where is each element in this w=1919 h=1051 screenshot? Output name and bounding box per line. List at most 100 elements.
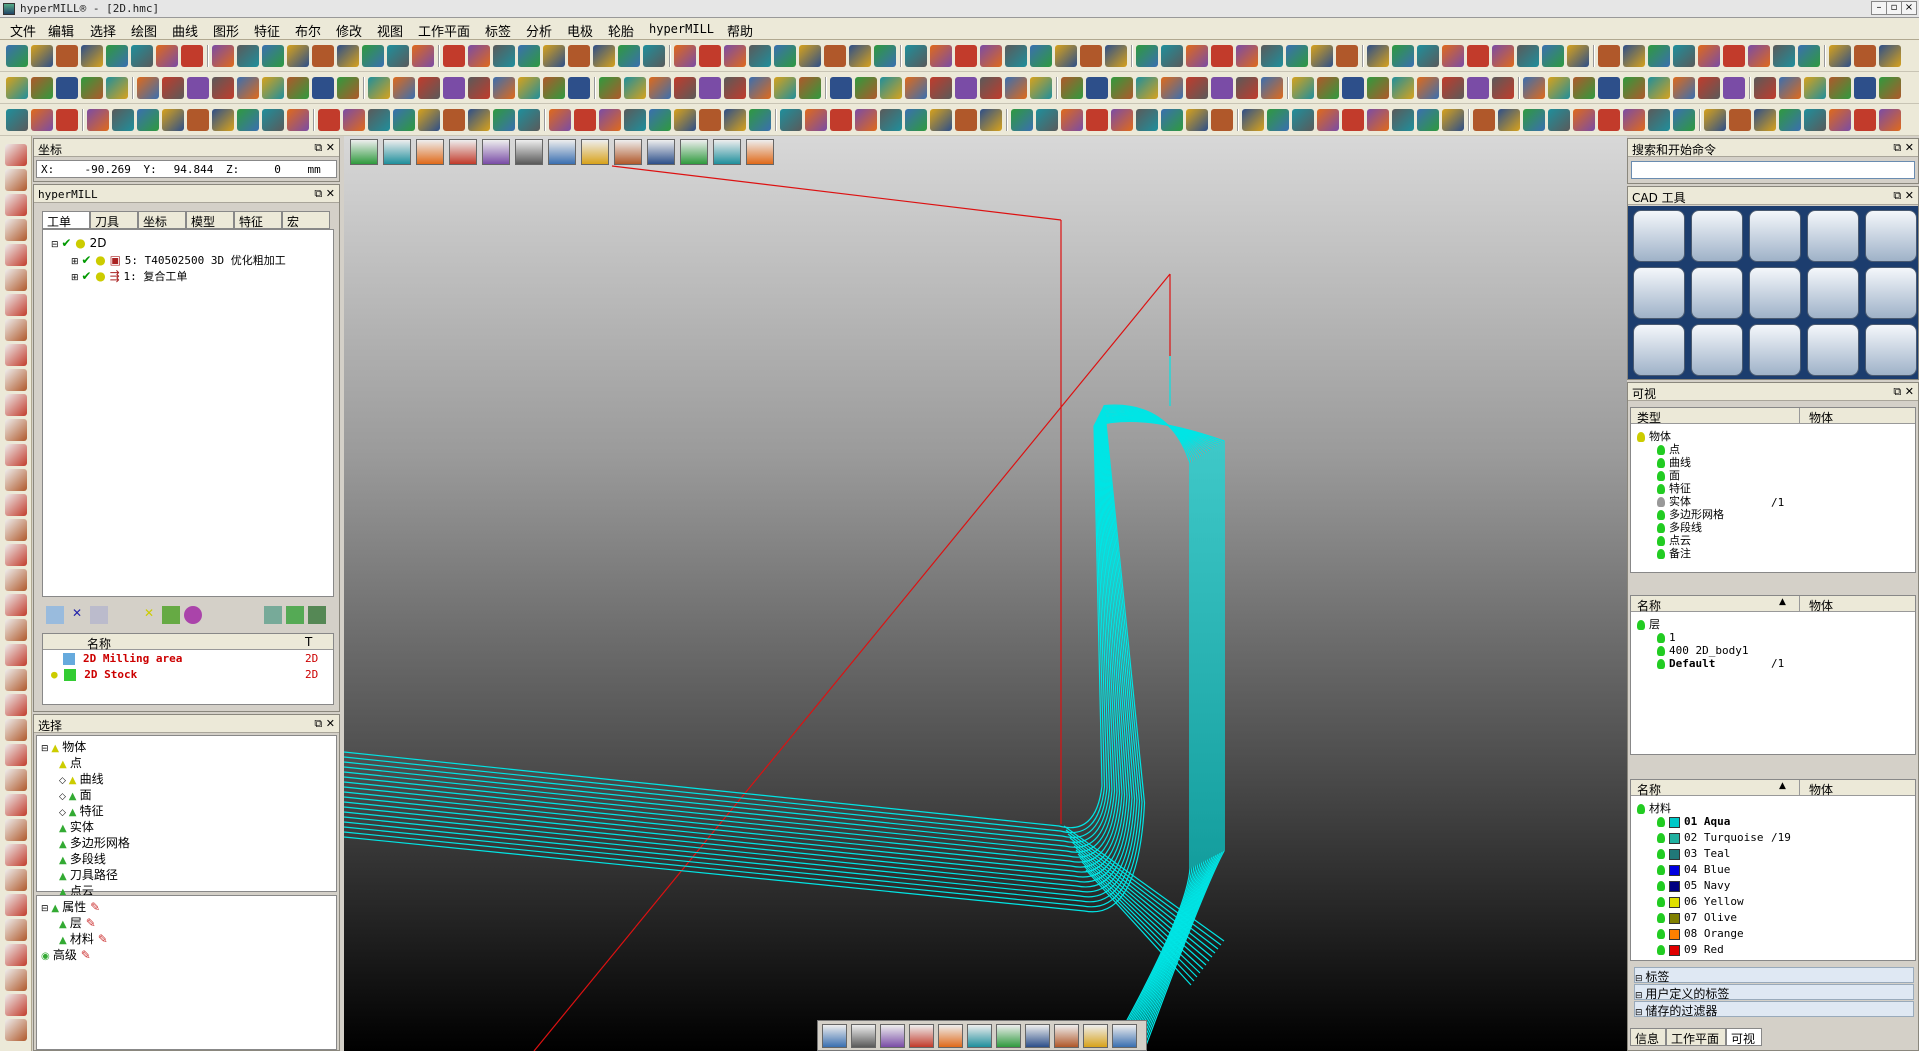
measure-icon[interactable] <box>1673 45 1695 67</box>
tool-icon[interactable] <box>1723 77 1745 99</box>
visibility-bulb-icon[interactable] <box>1657 881 1665 891</box>
measure-icon[interactable] <box>1083 1024 1108 1048</box>
circle-icon[interactable] <box>1633 324 1685 376</box>
view-icon[interactable] <box>106 45 128 67</box>
measure-icon[interactable] <box>5 669 27 691</box>
solid-icon[interactable] <box>1030 77 1052 99</box>
solid-icon[interactable] <box>262 77 284 99</box>
visibility-bulb-icon[interactable] <box>1657 833 1665 843</box>
measure-icon[interactable] <box>312 77 334 99</box>
solid-icon[interactable] <box>383 139 411 165</box>
curve-icon[interactable] <box>724 77 746 99</box>
menu-tire[interactable]: 轮胎 <box>608 21 634 40</box>
feature-icon[interactable] <box>1236 45 1258 67</box>
menu-shape[interactable]: 图形 <box>213 21 239 40</box>
visibility-bulb-icon[interactable] <box>1657 817 1665 827</box>
visibility-bulb-icon[interactable] <box>1657 897 1665 907</box>
select-tree-item[interactable]: ⊟ ▲ 物体 <box>41 738 86 755</box>
measure-icon[interactable] <box>5 419 27 441</box>
solid-icon[interactable] <box>1754 109 1776 131</box>
view-icon[interactable] <box>1523 109 1545 131</box>
tool-icon[interactable] <box>1030 45 1052 67</box>
curve-icon[interactable] <box>1492 77 1514 99</box>
material-item[interactable]: 08 Orange <box>1657 927 1744 940</box>
shade-icon[interactable] <box>493 45 515 67</box>
menu-draw[interactable]: 绘图 <box>131 21 157 40</box>
visibility-bulb-icon[interactable] <box>1657 929 1665 939</box>
select-tree-item[interactable]: ▲ 材料 ✎ <box>59 930 108 947</box>
menu-feature[interactable]: 特征 <box>254 21 280 40</box>
menu-electrode[interactable]: 电极 <box>567 21 593 40</box>
tool-icon[interactable] <box>5 544 27 566</box>
curve-icon[interactable] <box>5 819 27 841</box>
graphics-viewport[interactable] <box>344 136 1627 1051</box>
feature-icon[interactable] <box>1623 109 1645 131</box>
select-tree-item[interactable]: ⊟ ▲ 属性 ✎ <box>41 898 100 915</box>
layer-icon[interactable] <box>1648 77 1670 99</box>
curve-icon[interactable] <box>5 569 27 591</box>
view-icon[interactable] <box>5 644 27 666</box>
expander-icon[interactable]: ⊟ <box>41 744 51 754</box>
solid-icon[interactable] <box>81 45 103 67</box>
transform-icon[interactable] <box>599 77 621 99</box>
surface-icon[interactable] <box>568 45 590 67</box>
measure-icon[interactable] <box>449 139 477 165</box>
surface-icon[interactable] <box>187 109 209 131</box>
expander-icon[interactable]: ◇ <box>59 776 69 786</box>
transform-icon[interactable] <box>156 45 178 67</box>
transform-icon[interactable] <box>549 109 571 131</box>
surface-icon[interactable] <box>1598 45 1620 67</box>
layer-icon[interactable] <box>5 469 27 491</box>
view-icon[interactable] <box>749 109 771 131</box>
layer-icon[interactable] <box>880 77 902 99</box>
curve-icon[interactable] <box>930 109 952 131</box>
tab-tools[interactable]: 刀具 <box>90 211 138 229</box>
transform-icon[interactable] <box>1061 109 1083 131</box>
shade-icon[interactable] <box>1186 77 1208 99</box>
layer-icon[interactable] <box>443 45 465 67</box>
view-icon[interactable] <box>493 109 515 131</box>
feature-icon[interactable] <box>1111 109 1133 131</box>
view-icon[interactable] <box>1136 45 1158 67</box>
transform-icon[interactable] <box>337 77 359 99</box>
tool-icon[interactable] <box>649 109 671 131</box>
view-icon[interactable] <box>1317 77 1339 99</box>
select-tree-item[interactable]: ▲ 层 ✎ <box>59 914 96 931</box>
material-item[interactable]: 07 Olive <box>1657 911 1737 924</box>
sort-icon[interactable]: ▲ <box>1779 781 1786 791</box>
transform-icon[interactable] <box>855 77 877 99</box>
view-icon[interactable] <box>618 45 640 67</box>
view-icon[interactable] <box>1779 109 1801 131</box>
curve-icon[interactable] <box>1311 45 1333 67</box>
feature-icon[interactable] <box>212 45 234 67</box>
transform-icon[interactable] <box>5 444 27 466</box>
layer-icon[interactable] <box>1211 45 1233 67</box>
select-tree-item[interactable]: ◉ 高级 ✎ <box>41 946 91 963</box>
surface-icon[interactable] <box>1473 109 1495 131</box>
tool-icon[interactable] <box>774 45 796 67</box>
shade-icon[interactable] <box>1442 77 1464 99</box>
surface-icon[interactable] <box>312 45 334 67</box>
tag-group[interactable]: ⊟ 储存的过滤器 <box>1634 1001 1914 1018</box>
tab-macro[interactable]: 宏 <box>282 211 330 229</box>
tool-icon[interactable] <box>137 109 159 131</box>
shade-icon[interactable] <box>162 77 184 99</box>
menu-tag[interactable]: 标签 <box>485 21 511 40</box>
shade-icon[interactable] <box>674 77 696 99</box>
curve-icon[interactable] <box>647 139 675 165</box>
solid-icon[interactable] <box>713 139 741 165</box>
shade-icon[interactable] <box>1261 45 1283 67</box>
shade-icon[interactable] <box>1773 45 1795 67</box>
tag-group[interactable]: ⊟ 标签 <box>1634 967 1914 984</box>
curve-icon[interactable] <box>1186 109 1208 131</box>
feature-icon[interactable] <box>649 77 671 99</box>
visibility-bulb-icon[interactable] <box>1637 804 1645 814</box>
measure-icon[interactable] <box>5 169 27 191</box>
surface-icon[interactable] <box>1261 77 1283 99</box>
type-list-item[interactable]: 备注 <box>1657 545 1691 561</box>
feature-icon[interactable] <box>1879 109 1901 131</box>
tag-group[interactable]: ⊟ 用户定义的标签 <box>1634 984 1914 1001</box>
menu-select[interactable]: 选择 <box>90 21 116 40</box>
curve-icon[interactable] <box>1567 45 1589 67</box>
solid-icon[interactable] <box>980 109 1002 131</box>
